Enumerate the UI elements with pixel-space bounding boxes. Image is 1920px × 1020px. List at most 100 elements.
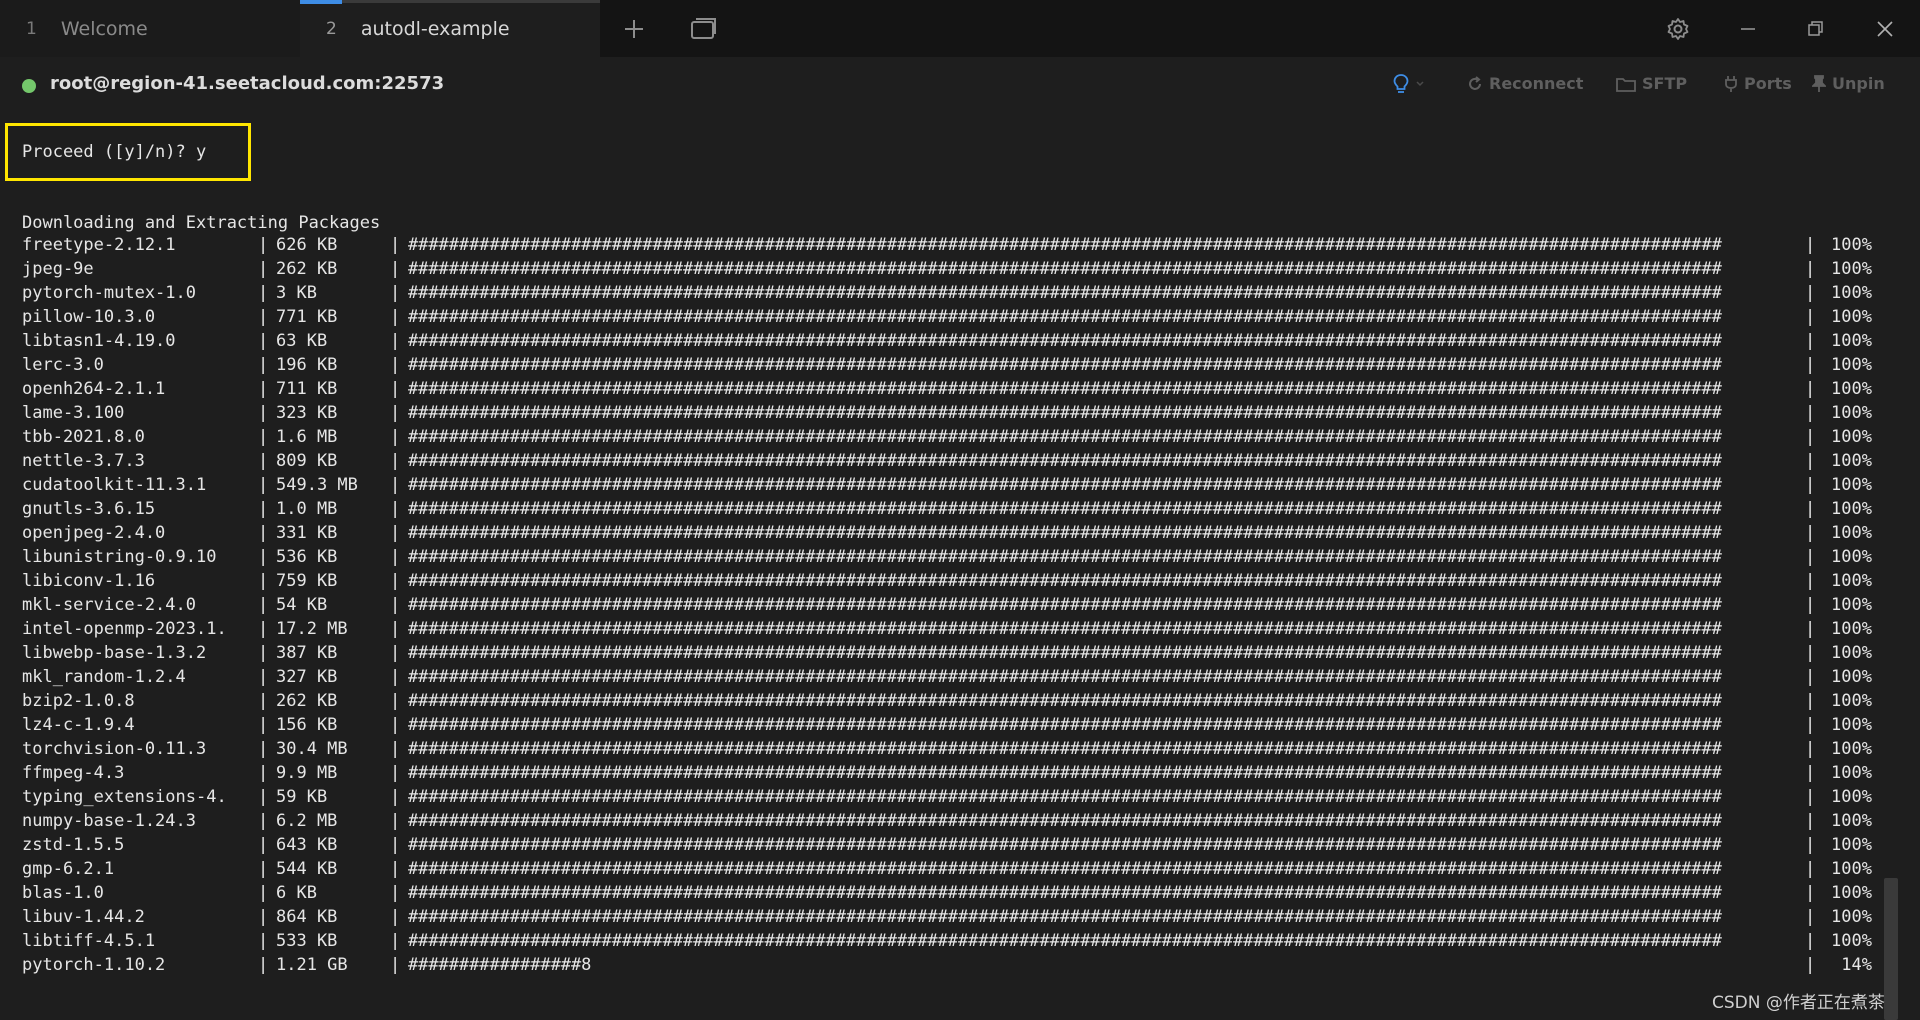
progress-percent: 100%	[1831, 643, 1872, 663]
progress-bar: ########################################…	[408, 619, 1722, 639]
package-size: 626 KB	[276, 235, 338, 255]
package-size: 262 KB	[276, 259, 338, 279]
download-header: Downloading and Extracting Packages	[22, 213, 381, 233]
reconnect-button[interactable]: Reconnect	[1467, 74, 1583, 93]
package-row: libiconv-1.16 | 759 KB | ###################…	[0, 569, 1882, 593]
column-separator: |	[390, 643, 400, 663]
column-separator: |	[1805, 451, 1815, 471]
package-size: 323 KB	[276, 403, 338, 423]
package-name: pytorch-mutex-1.0	[22, 283, 196, 303]
progress-bar: #################8	[408, 955, 592, 975]
progress-percent: 100%	[1831, 235, 1872, 255]
progress-percent: 100%	[1831, 859, 1872, 879]
package-size: 59 KB	[276, 787, 328, 807]
progress-percent: 100%	[1831, 811, 1872, 831]
package-list: freetype-2.12.1 | 626 KB | #################…	[0, 233, 1882, 977]
column-separator: |	[390, 691, 400, 711]
column-separator: |	[258, 739, 268, 759]
package-name: typing_extensions-4.	[22, 787, 227, 807]
column-separator: |	[390, 907, 400, 927]
progress-percent: 100%	[1831, 331, 1872, 351]
column-separator: |	[258, 379, 268, 399]
minimize-icon[interactable]	[1729, 10, 1767, 48]
progress-percent: 100%	[1831, 523, 1872, 543]
column-separator: |	[390, 883, 400, 903]
package-size: 809 KB	[276, 451, 338, 471]
column-separator: |	[390, 427, 400, 447]
package-name: zstd-1.5.5	[22, 835, 125, 855]
column-separator: |	[258, 475, 268, 495]
column-separator: |	[258, 667, 268, 687]
package-row: jpeg-9e | 262 KB | #########################…	[0, 257, 1882, 281]
scrollbar-thumb[interactable]	[1884, 878, 1898, 1020]
close-icon[interactable]	[1866, 10, 1904, 48]
connection-host: root@region-41.seetacloud.com:22573	[50, 73, 445, 94]
progress-percent: 100%	[1831, 427, 1872, 447]
column-separator: |	[258, 715, 268, 735]
tab-autodl-example[interactable]: 2 autodl-example	[300, 0, 600, 57]
package-row: pytorch-mutex-1.0 | 3 KB | #################…	[0, 281, 1882, 305]
package-row: openjpeg-2.4.0 | 331 KB | ##################…	[0, 521, 1882, 545]
column-separator: |	[1805, 691, 1815, 711]
tab-overview-icon[interactable]	[685, 10, 723, 48]
hint-bulb-dropdown[interactable]	[1393, 74, 1431, 94]
column-separator: |	[1805, 787, 1815, 807]
package-row: pytorch-1.10.2 | 1.21 GB | #################…	[0, 953, 1882, 977]
column-separator: |	[1805, 619, 1815, 639]
progress-percent: 100%	[1831, 595, 1872, 615]
sftp-button[interactable]: SFTP	[1616, 74, 1687, 93]
package-size: 6 KB	[276, 883, 317, 903]
package-row: libwebp-base-1.3.2 | 387 KB | ##############…	[0, 641, 1882, 665]
package-size: 327 KB	[276, 667, 338, 687]
column-separator: |	[258, 931, 268, 951]
column-separator: |	[390, 307, 400, 327]
terminal-output[interactable]: Proceed ([y]/n)? y Downloading and Extra…	[0, 115, 1882, 1020]
column-separator: |	[1805, 931, 1815, 951]
column-separator: |	[1805, 859, 1815, 879]
column-separator: |	[390, 355, 400, 375]
package-size: 9.9 MB	[276, 763, 338, 783]
progress-bar: ########################################…	[408, 475, 1722, 495]
column-separator: |	[1805, 907, 1815, 927]
ports-button[interactable]: Ports	[1724, 74, 1792, 93]
progress-percent: 100%	[1831, 619, 1872, 639]
package-size: 759 KB	[276, 571, 338, 591]
progress-bar: ########################################…	[408, 787, 1722, 807]
package-size: 533 KB	[276, 931, 338, 951]
progress-percent: 100%	[1831, 283, 1872, 303]
package-name: intel-openmp-2023.1.	[22, 619, 227, 639]
progress-bar: ########################################…	[408, 835, 1722, 855]
unpin-button[interactable]: Unpin	[1812, 74, 1885, 93]
package-size: 549.3 MB	[276, 475, 358, 495]
new-tab-plus-icon[interactable]	[615, 10, 653, 48]
column-separator: |	[390, 451, 400, 471]
package-row: gmp-6.2.1 | 544 KB | #######################…	[0, 857, 1882, 881]
progress-percent: 100%	[1831, 379, 1872, 399]
package-name: lerc-3.0	[22, 355, 104, 375]
column-separator: |	[390, 379, 400, 399]
package-name: tbb-2021.8.0	[22, 427, 145, 447]
progress-percent: 100%	[1831, 883, 1872, 903]
column-separator: |	[258, 499, 268, 519]
tab-welcome[interactable]: 1 Welcome	[0, 0, 300, 57]
column-separator: |	[1805, 883, 1815, 903]
column-separator: |	[258, 595, 268, 615]
package-size: 711 KB	[276, 379, 338, 399]
column-separator: |	[390, 235, 400, 255]
gear-icon[interactable]	[1659, 10, 1697, 48]
progress-bar: ########################################…	[408, 331, 1722, 351]
package-row: tbb-2021.8.0 | 1.6 MB | ####################…	[0, 425, 1882, 449]
restore-icon[interactable]	[1797, 10, 1835, 48]
column-separator: |	[1805, 715, 1815, 735]
column-separator: |	[1805, 307, 1815, 327]
column-separator: |	[390, 331, 400, 351]
package-name: lz4-c-1.9.4	[22, 715, 135, 735]
column-separator: |	[390, 259, 400, 279]
package-size: 1.6 MB	[276, 427, 338, 447]
package-size: 1.0 MB	[276, 499, 338, 519]
progress-bar: ########################################…	[408, 859, 1722, 879]
package-size: 156 KB	[276, 715, 338, 735]
column-separator: |	[1805, 475, 1815, 495]
progress-bar: ########################################…	[408, 451, 1722, 471]
progress-percent: 100%	[1831, 715, 1872, 735]
